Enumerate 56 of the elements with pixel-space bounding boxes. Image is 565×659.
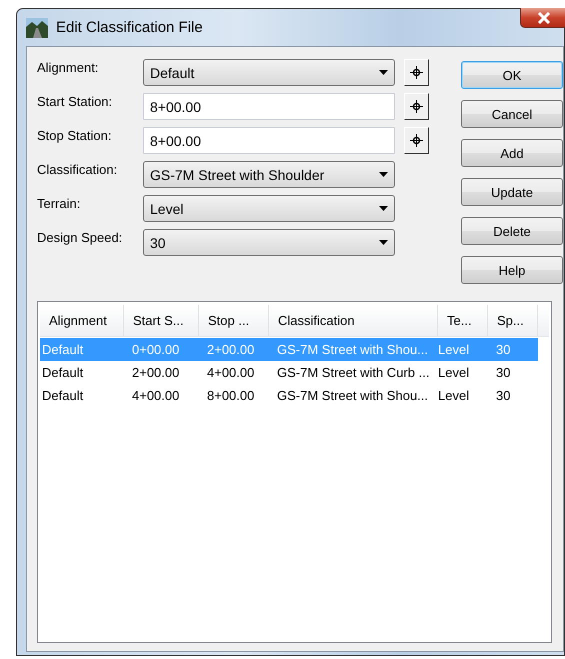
pick-button[interactable] [404,93,429,120]
dialog-button[interactable]: Update [461,178,563,206]
crosshair-icon [410,100,423,113]
dialog-button[interactable]: Delete [461,217,563,245]
table-cell-text: 2+00.00 [206,341,256,359]
dropdown-arrow-icon [379,206,388,211]
dialog-button[interactable]: Help [461,256,563,284]
table-cell-text: GS-7M Street with Shou... [276,387,430,405]
dropdown-arrow-icon [379,172,388,177]
table-cell-text: GS-7M Street with Curb ... [276,364,430,382]
input-field[interactable]: 8+00.00 [143,127,395,154]
field-label: Design Speed: [37,229,124,245]
dropdown[interactable]: 30 [143,229,395,256]
column-header[interactable]: Te... [438,305,488,336]
table-cell-text: 30 [495,341,512,359]
field-label: Start Station: [37,93,114,109]
column-header[interactable]: Stop ... [199,305,269,336]
table-cell-text: Level [438,364,470,382]
close-button[interactable] [520,8,565,28]
column-header[interactable]: Alignment [40,305,124,336]
column-header[interactable]: Start S... [124,305,199,336]
field-label: Stop Station: [37,127,112,143]
ok-button[interactable]: OK [461,61,563,89]
dropdown-arrow-icon [379,240,388,245]
pick-button[interactable] [404,127,429,154]
column-header[interactable]: Sp... [488,305,538,336]
table-cell-text: Level [438,341,470,359]
dropdown[interactable]: GS-7M Street with Shoulder [143,161,395,188]
table-cell-text: 30 [495,364,512,382]
table-cell-text: 2+00.00 [131,364,180,382]
input-field[interactable]: 8+00.00 [143,93,395,120]
table-cell-text: Level [438,387,470,405]
table-cell-text: 30 [495,387,512,405]
field-label: Terrain: [37,195,82,211]
column-header[interactable]: Classification [269,305,438,336]
table-cell-text: GS-7M Street with Shou... [276,341,430,359]
dialog-button[interactable]: Cancel [461,100,563,128]
dropdown[interactable]: Default [143,59,395,86]
crosshair-icon [410,134,423,147]
table-cell-text: 8+00.00 [206,387,256,405]
close-icon [536,12,552,24]
table-cell-text: 4+00.00 [131,387,180,405]
table-cell-text: 0+00.00 [131,341,180,359]
table-cell-text: Default [41,364,84,382]
dialog-button[interactable]: Add [461,139,563,167]
crosshair-icon [410,66,423,79]
window-title: Edit Classification File [56,19,203,36]
dropdown[interactable]: Level [143,195,395,222]
dropdown-arrow-icon [379,70,388,75]
field-label: Classification: [37,161,118,177]
table-cell-text: Default [41,387,84,405]
table-cell-text: 4+00.00 [206,364,256,382]
road-icon [26,18,48,38]
pick-button[interactable] [404,59,429,86]
table-cell-text: Default [41,341,84,359]
field-label: Alignment: [37,59,100,75]
